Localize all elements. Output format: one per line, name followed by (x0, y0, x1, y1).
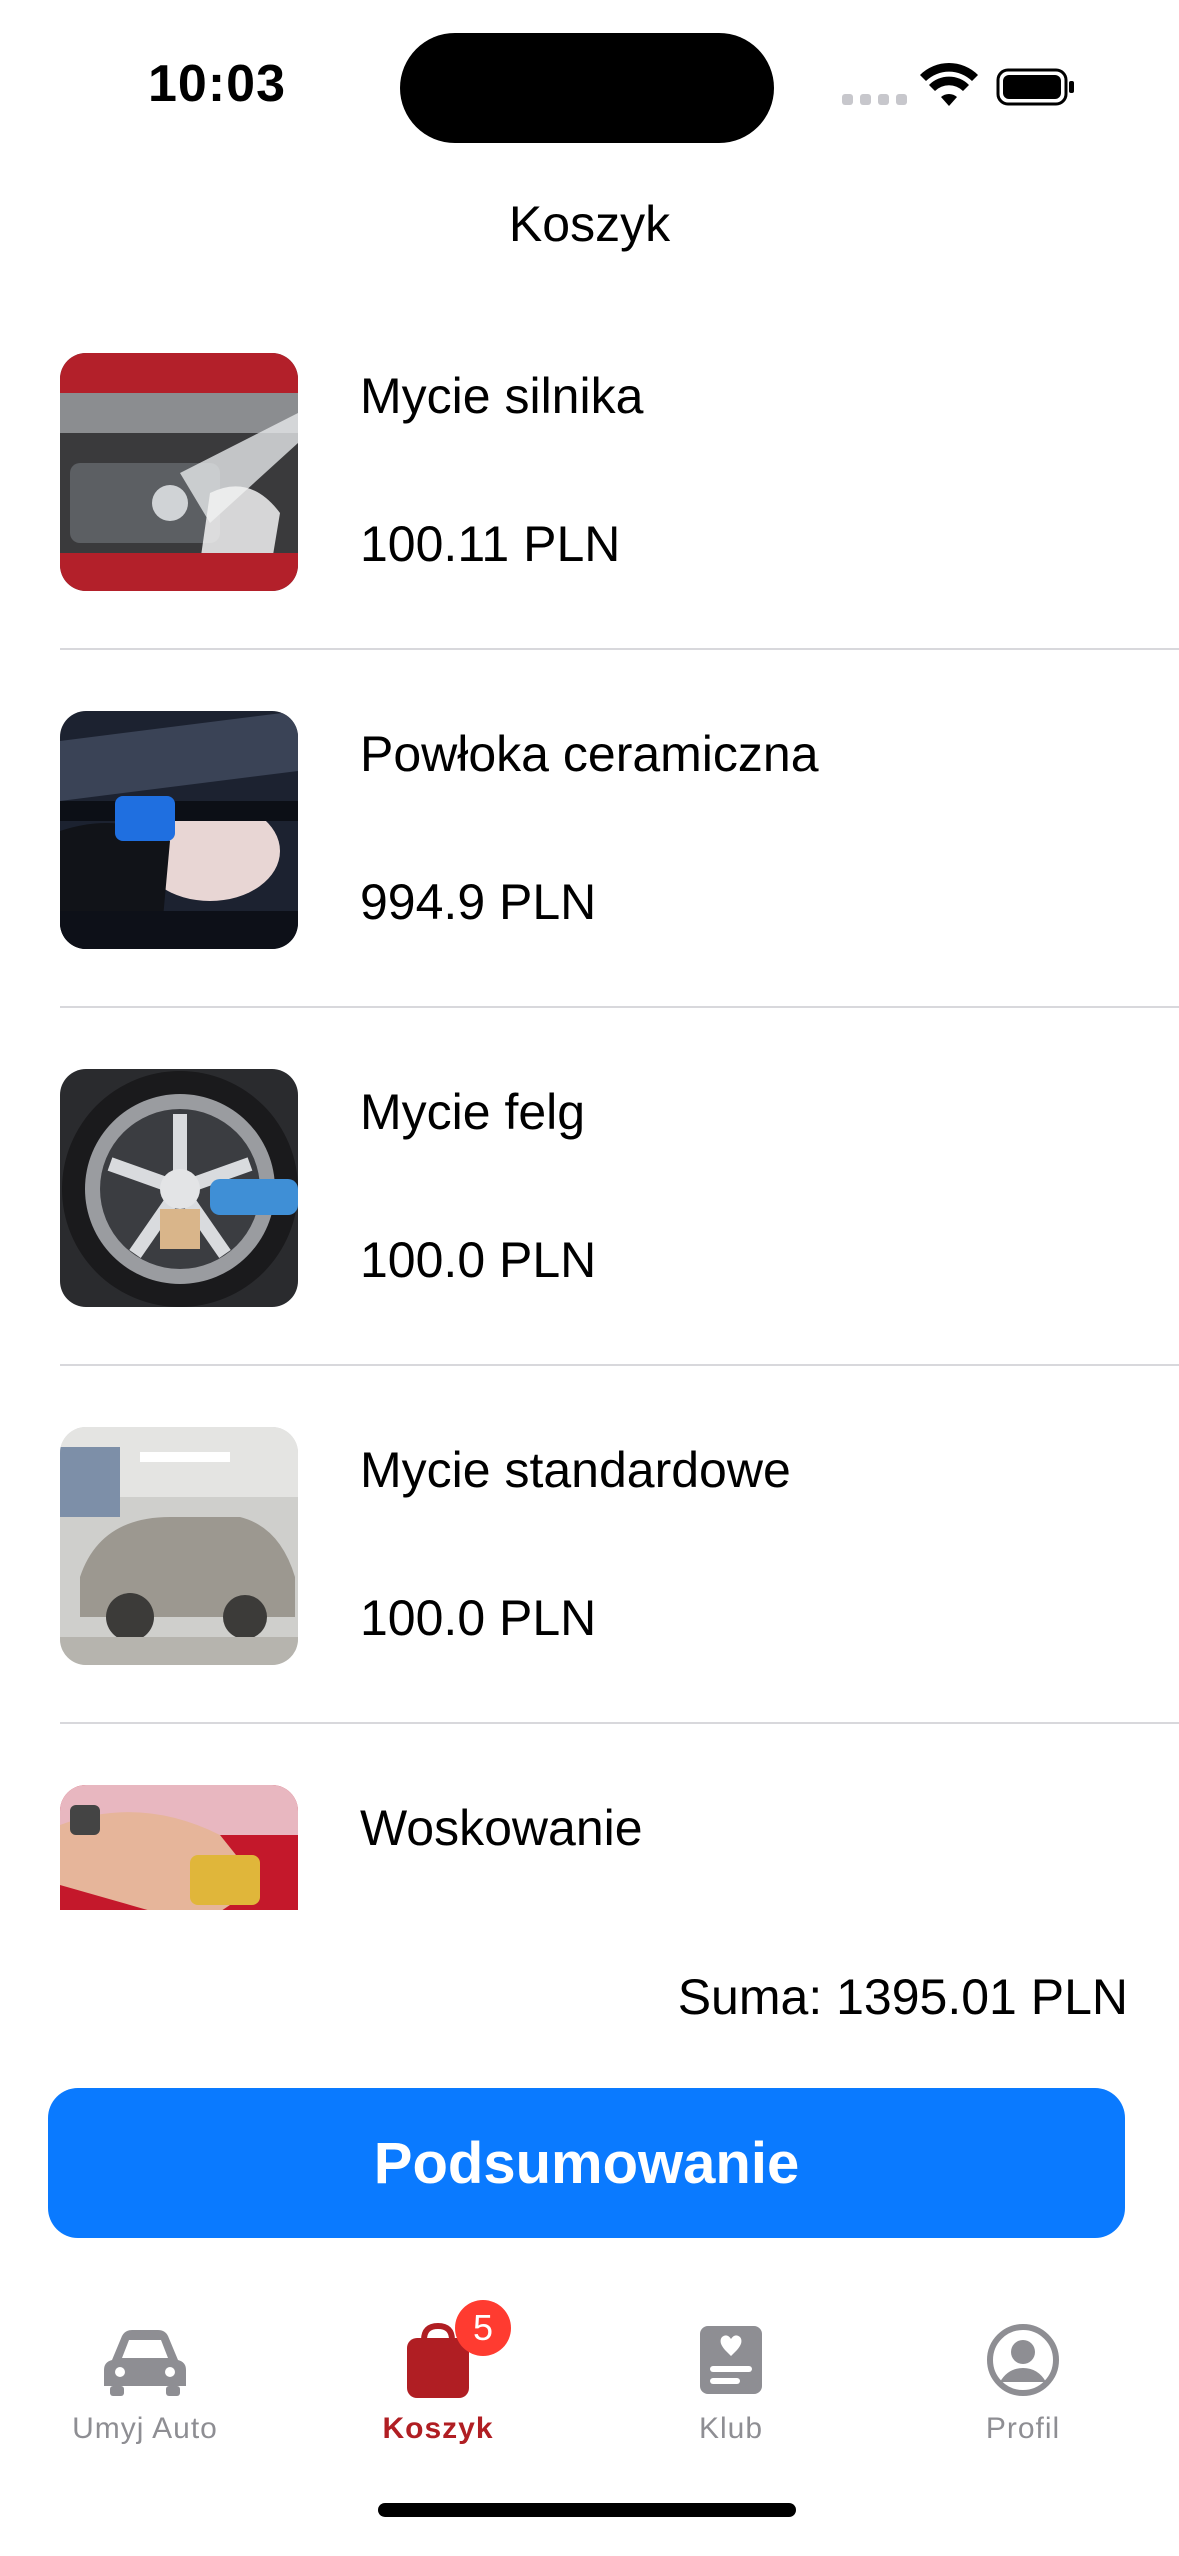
item-price: 100.0 PLN (360, 1232, 597, 1288)
club-card-icon (686, 2320, 776, 2400)
tab-bar: Umyj Auto 5 Koszyk Klub Profil (0, 2300, 1179, 2480)
tab-label: Umyj Auto (72, 2412, 218, 2445)
cart-item[interactable]: Mycie silnika 100.11 PLN (0, 325, 1179, 683)
divider (60, 1006, 1179, 1008)
cart-item[interactable]: Mycie felg 100.0 PLN (0, 1041, 1179, 1399)
status-time: 10:03 (148, 55, 286, 113)
cart-item[interactable]: Powłoka ceramiczna 994.9 PLN (0, 683, 1179, 1041)
wifi-icon (920, 62, 978, 106)
tab-koszyk[interactable]: 5 Koszyk (308, 2300, 568, 2446)
cellular-signal-icon (842, 92, 914, 110)
ceramic-coating-photo (60, 711, 298, 949)
cart-list[interactable]: Mycie silnika 100.11 PLN Powłoka ceramic… (0, 325, 1179, 1910)
tab-label: Koszyk (382, 2412, 494, 2445)
cart-item[interactable]: Woskowanie (0, 1757, 1179, 1910)
tab-label: Klub (698, 2412, 764, 2445)
item-name: Woskowanie (360, 1800, 643, 1856)
standard-wash-photo (60, 1427, 298, 1665)
tab-label: Profil (985, 2412, 1061, 2445)
tab-klub[interactable]: Klub (601, 2320, 861, 2446)
tab-profil[interactable]: Profil (893, 2320, 1153, 2446)
divider (60, 1722, 1179, 1724)
person-circle-icon (978, 2320, 1068, 2400)
item-price: 100.11 PLN (360, 516, 621, 572)
waxing-photo (60, 1785, 298, 1910)
car-icon (100, 2320, 190, 2400)
page-title: Koszyk (508, 196, 671, 252)
item-name: Powłoka ceramiczna (360, 726, 819, 782)
rim-wash-photo (60, 1069, 298, 1307)
item-price: 100.0 PLN (360, 1590, 597, 1646)
item-name: Mycie silnika (360, 368, 644, 424)
item-price: 994.9 PLN (360, 874, 597, 930)
dynamic-island (400, 33, 774, 143)
cart-item[interactable]: Mycie standardowe 100.0 PLN (0, 1399, 1179, 1757)
divider (60, 1364, 1179, 1366)
cart-total: Suma: 1395.01 PLN (677, 1969, 1128, 2025)
item-name: Mycie felg (360, 1084, 586, 1140)
divider (60, 648, 1179, 650)
summary-button[interactable]: Podsumowanie (48, 2088, 1125, 2238)
engine-wash-photo (60, 353, 298, 591)
home-indicator (378, 2503, 796, 2517)
status-bar: 10:03 (0, 0, 1179, 170)
battery-icon (996, 68, 1074, 106)
cart-count-badge: 5 (455, 2300, 511, 2356)
shopping-bag-icon: 5 (393, 2300, 511, 2400)
item-name: Mycie standardowe (360, 1442, 791, 1498)
tab-umyj-auto[interactable]: Umyj Auto (15, 2320, 275, 2446)
